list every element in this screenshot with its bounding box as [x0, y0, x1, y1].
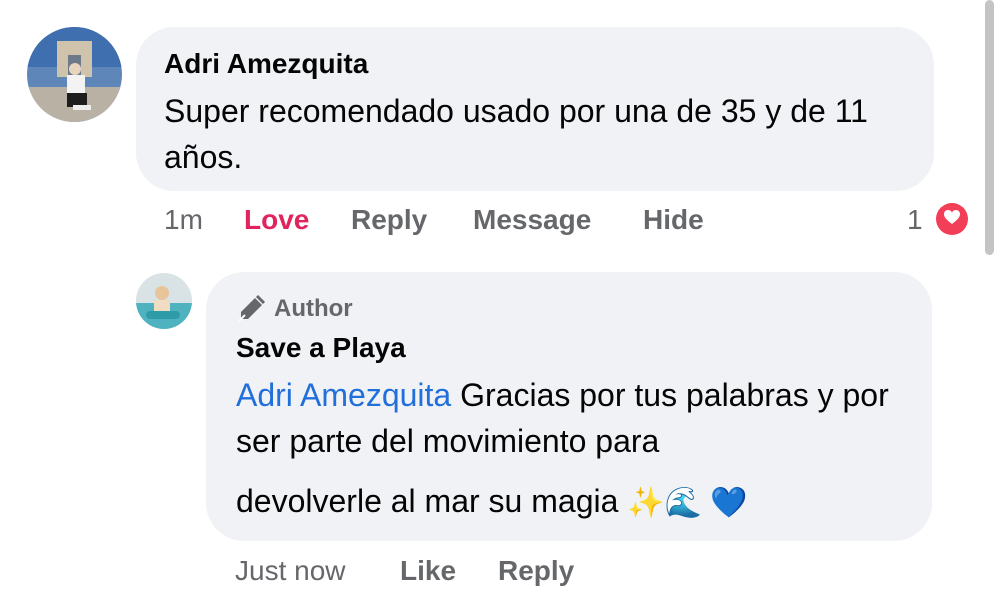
reply-reply-button[interactable]: Reply	[498, 555, 574, 587]
reply-text: Adri Amezquita Gracias por tus palabras …	[236, 372, 926, 464]
reaction-count[interactable]: 1	[907, 204, 923, 236]
comment-author[interactable]: Adri Amezquita	[164, 48, 368, 80]
reply-timestamp[interactable]: Just now	[235, 555, 346, 587]
reply-author[interactable]: Save a Playa	[236, 332, 406, 364]
reply-avatar[interactable]	[136, 273, 192, 329]
avatar[interactable]	[27, 27, 122, 122]
pencil-icon	[236, 294, 266, 324]
message-button[interactable]: Message	[473, 204, 591, 236]
love-button[interactable]: Love	[244, 204, 309, 236]
mention-link[interactable]: Adri Amezquita	[236, 377, 451, 413]
author-badge-label: Author	[274, 295, 353, 322]
reply-text-end: devolverle al mar su magia	[236, 483, 628, 519]
reply-emojis: ✨🌊 💙	[627, 486, 748, 520]
reply-text-line2: devolverle al mar su magia ✨🌊 💙	[236, 478, 926, 527]
comment-text: Super recomendado usado por una de 35 y …	[164, 93, 868, 175]
author-badge: Author	[236, 293, 353, 325]
like-button[interactable]: Like	[400, 555, 456, 587]
reply-button[interactable]: Reply	[351, 204, 427, 236]
hide-button[interactable]: Hide	[643, 204, 704, 236]
comment-timestamp[interactable]: 1m	[164, 204, 203, 236]
scrollbar[interactable]	[985, 0, 994, 255]
heart-icon	[943, 209, 961, 230]
reaction-badge[interactable]	[933, 200, 971, 238]
